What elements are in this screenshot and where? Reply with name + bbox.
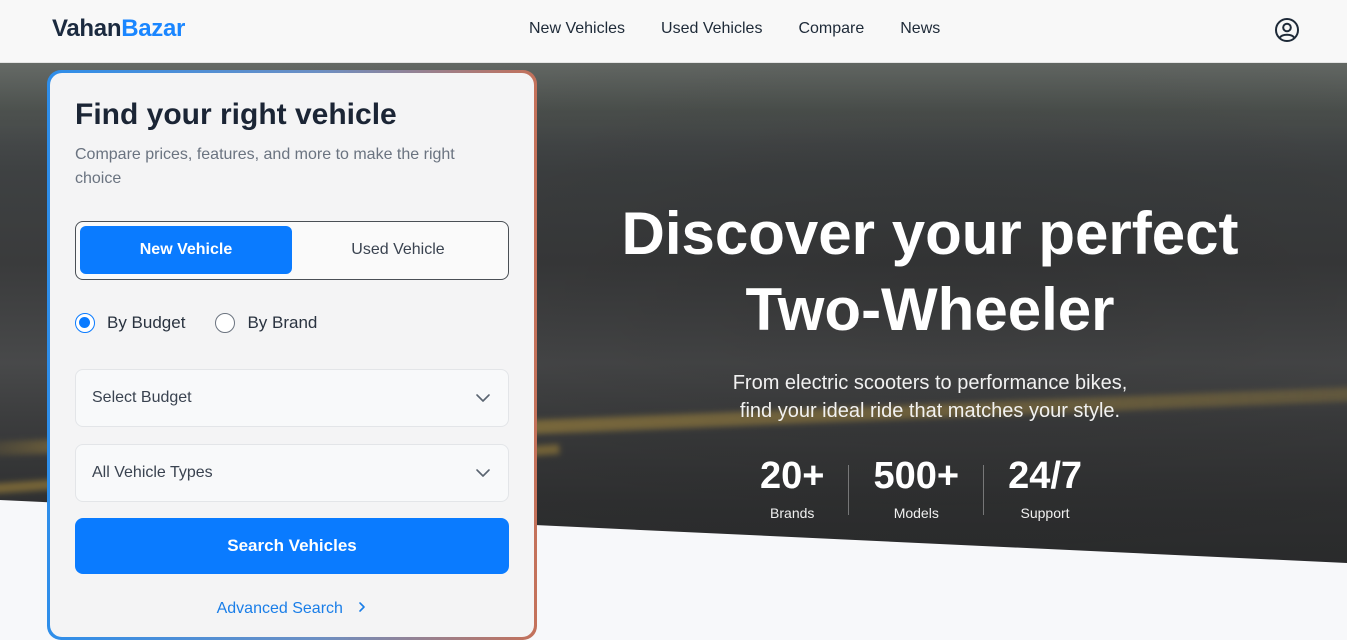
hero-title: Discover your perfect Two-Wheeler (560, 196, 1300, 348)
finder-description: Compare prices, features, and more to ma… (75, 146, 455, 187)
chevron-down-icon (476, 394, 490, 402)
site-logo[interactable]: VahanBazar (52, 15, 185, 43)
vehicle-type-select[interactable]: All Vehicle Types (75, 444, 509, 502)
hero-stats: 20+ Brands 500+ Models 24/7 Support (736, 453, 1106, 521)
chevron-right-icon (359, 602, 366, 612)
radio-checked-indicator[interactable] (75, 313, 95, 333)
stat-value: 500+ (873, 455, 960, 497)
nav-link-compare[interactable]: Compare (798, 20, 864, 38)
logo-text-bazar: Bazar (121, 15, 186, 42)
hero-subtitle: From electric scooters to performance bi… (620, 369, 1240, 425)
stat-brands: 20+ Brands (736, 453, 848, 521)
radio-label: By Budget (107, 313, 186, 332)
tab-new-vehicle[interactable]: New Vehicle (80, 226, 292, 274)
nav-links: New Vehicles Used Vehicles Compare News (529, 20, 940, 38)
hero-title-line2: Two-Wheeler (745, 276, 1115, 343)
budget-select[interactable]: Select Budget (75, 369, 509, 427)
stat-value: 24/7 (1008, 455, 1083, 497)
stat-models: 500+ Models (849, 453, 983, 521)
radio-by-brand[interactable]: By Brand (215, 313, 317, 333)
stat-label: Brands (770, 505, 815, 521)
vehicle-type-select-value: All Vehicle Types (92, 464, 213, 481)
stat-label: Support (1020, 505, 1070, 521)
radio-unchecked-indicator[interactable] (215, 313, 236, 333)
hero-subtitle-line1: From electric scooters to performance bi… (732, 372, 1128, 394)
vehicle-type-toggle: New Vehicle Used Vehicle (75, 221, 509, 280)
nav-link-new-vehicles[interactable]: New Vehicles (529, 20, 625, 38)
finder-title: Find your right vehicle (75, 98, 397, 131)
stat-support: 24/7 Support (984, 453, 1106, 521)
hero-subtitle-line2: find your ideal ride that matches your s… (739, 400, 1121, 422)
search-mode-radios: By Budget By Brand (75, 313, 347, 333)
radio-label: By Brand (247, 313, 318, 332)
nav-link-used-vehicles[interactable]: Used Vehicles (661, 20, 762, 38)
advanced-search-label: Advanced Search (216, 600, 343, 617)
nav-link-news[interactable]: News (900, 20, 940, 38)
user-circle-icon[interactable] (1274, 17, 1300, 43)
hero-title-line1: Discover your perfect (621, 200, 1239, 267)
top-navbar: VahanBazar New Vehicles Used Vehicles Co… (0, 0, 1347, 63)
budget-select-value: Select Budget (92, 389, 192, 406)
search-vehicles-button[interactable]: Search Vehicles (75, 518, 509, 574)
vehicle-finder-card: Find your right vehicle Compare prices, … (47, 70, 537, 640)
radio-by-budget[interactable]: By Budget (75, 313, 185, 333)
logo-text-vahan: Vahan (52, 15, 122, 42)
tab-used-vehicle[interactable]: Used Vehicle (292, 226, 504, 274)
advanced-search-link[interactable]: Advanced Search (50, 600, 534, 618)
stat-value: 20+ (760, 455, 825, 497)
stat-label: Models (893, 505, 939, 521)
chevron-down-icon (476, 469, 490, 477)
